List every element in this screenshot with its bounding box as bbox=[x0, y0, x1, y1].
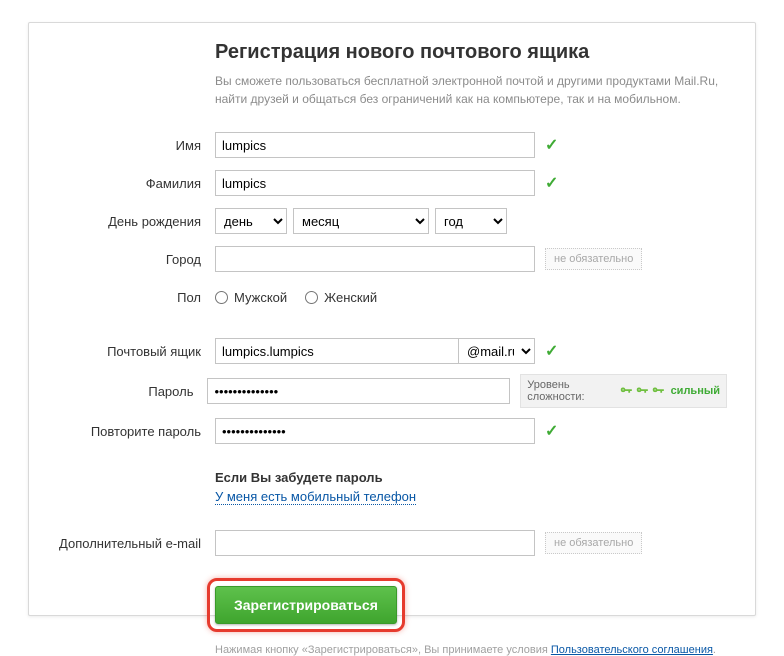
terms-prefix: Нажимая кнопку «Зарегистрироваться», Вы … bbox=[215, 644, 551, 656]
male-radio-input[interactable] bbox=[215, 291, 228, 304]
key-icon bbox=[635, 384, 649, 398]
day-select[interactable]: день bbox=[215, 208, 287, 234]
optional-badge: не обязательно bbox=[545, 248, 642, 270]
mobile-phone-link[interactable]: У меня есть мобильный телефон bbox=[215, 489, 416, 505]
page-title: Регистрация нового почтового ящика bbox=[215, 41, 727, 64]
key-icon bbox=[651, 384, 665, 398]
password-repeat-label: Повторите пароль bbox=[57, 424, 215, 439]
city-label: Город bbox=[57, 252, 215, 267]
password-strength-badge: Уровень сложности: сильный bbox=[520, 374, 727, 408]
strength-label: Уровень сложности: bbox=[527, 379, 618, 403]
forgot-title: Если Вы забудете пароль bbox=[215, 470, 416, 485]
birthday-label: День рождения bbox=[57, 214, 215, 229]
page-subtitle: Вы сможете пользоваться бесплатной элект… bbox=[215, 72, 727, 108]
female-label: Женский bbox=[324, 290, 377, 305]
password-repeat-input[interactable] bbox=[215, 418, 535, 444]
check-icon: ✓ bbox=[545, 135, 558, 155]
check-icon: ✓ bbox=[545, 173, 558, 193]
firstname-label: Имя bbox=[57, 138, 215, 153]
key-icon bbox=[619, 384, 633, 398]
password-label: Пароль bbox=[57, 384, 207, 399]
male-label: Мужской bbox=[234, 290, 287, 305]
domain-select[interactable]: @mail.ru bbox=[459, 338, 535, 364]
terms-text: Нажимая кнопку «Зарегистрироваться», Вы … bbox=[215, 644, 727, 656]
password-input[interactable] bbox=[207, 378, 510, 404]
check-icon: ✓ bbox=[545, 421, 558, 441]
additional-email-label: Дополнительный e-mail bbox=[57, 536, 215, 551]
additional-email-input[interactable] bbox=[215, 530, 535, 556]
lastname-input[interactable] bbox=[215, 170, 535, 196]
terms-link[interactable]: Пользовательского соглашения bbox=[551, 644, 713, 656]
check-icon: ✓ bbox=[545, 341, 558, 361]
gender-label: Пол bbox=[57, 290, 215, 305]
gender-female-radio[interactable]: Женский bbox=[305, 290, 377, 305]
mailbox-label: Почтовый ящик bbox=[57, 344, 215, 359]
register-button[interactable]: Зарегистрироваться bbox=[215, 586, 397, 624]
year-select[interactable]: год bbox=[435, 208, 507, 234]
mailbox-input[interactable] bbox=[215, 338, 459, 364]
terms-suffix: . bbox=[713, 644, 716, 656]
optional-badge: не обязательно bbox=[545, 532, 642, 554]
registration-card: Регистрация нового почтового ящика Вы см… bbox=[28, 22, 756, 616]
lastname-label: Фамилия bbox=[57, 176, 215, 191]
female-radio-input[interactable] bbox=[305, 291, 318, 304]
city-input[interactable] bbox=[215, 246, 535, 272]
gender-male-radio[interactable]: Мужской bbox=[215, 290, 287, 305]
month-select[interactable]: месяц bbox=[293, 208, 429, 234]
strength-value: сильный bbox=[671, 385, 720, 397]
firstname-input[interactable] bbox=[215, 132, 535, 158]
